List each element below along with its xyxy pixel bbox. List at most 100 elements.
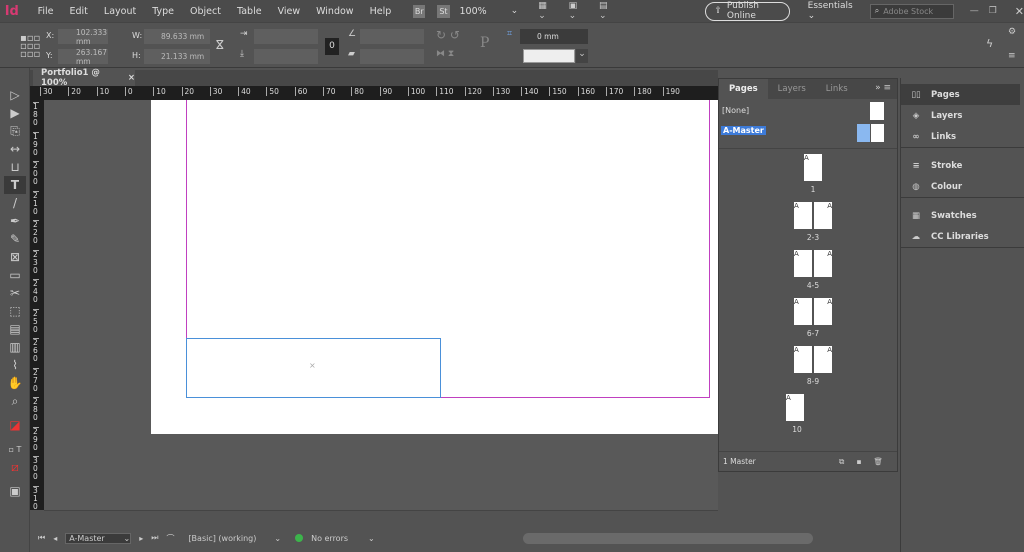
preflight-profile[interactable]: [Basic] (working) (188, 534, 256, 543)
quick-apply-icon[interactable]: ϟ (986, 37, 993, 50)
h-field[interactable]: 21.133 mm (144, 49, 210, 64)
horizontal-scrollbar[interactable] (44, 510, 718, 528)
none-master[interactable]: [None] (722, 106, 749, 115)
reference-point-icon[interactable]: ▪▫▫ ▫▫▫ ▫▫▫ (20, 34, 40, 60)
screen-mode-icon[interactable]: ▣ ⌄ (569, 1, 585, 21)
menu-table[interactable]: Table (229, 6, 270, 17)
menu-help[interactable]: Help (362, 6, 400, 17)
zoom-level[interactable]: 100% (460, 6, 487, 17)
scroll-thumb[interactable] (522, 532, 813, 544)
line-tool-icon[interactable]: / (4, 194, 26, 212)
view-options-icon[interactable]: ▦ ⌄ (538, 1, 554, 21)
dock-stroke[interactable]: ≡ Stroke (901, 155, 1024, 176)
bridge-button[interactable]: Br (413, 4, 426, 18)
stroke-type-swatch[interactable] (523, 49, 575, 63)
adobe-stock-search[interactable]: ⌕ Adobe Stock (869, 3, 954, 19)
horizontal-ruler[interactable]: 30 20 10 0 10 20 30 40 50 60 70 80 90 100 110 120 130 140… (30, 86, 718, 100)
first-page-icon[interactable]: ⏮ (38, 533, 45, 543)
apply-none-icon[interactable]: ⧄ (4, 458, 26, 476)
dock-layers[interactable]: ◈ Layers (901, 105, 1024, 126)
panel-menu-icon[interactable]: » ≡ (869, 79, 897, 99)
scale-x-field[interactable] (254, 29, 318, 44)
gradient-swatch-tool-icon[interactable]: ▤ (4, 320, 26, 338)
menu-object[interactable]: Object (182, 6, 229, 17)
menu-layout[interactable]: Layout (96, 6, 144, 17)
publish-online-button[interactable]: ⇪ Publish Online (705, 1, 790, 21)
edit-page-size-icon[interactable]: ⧉ (839, 457, 844, 467)
dock-links[interactable]: ∞ Links (901, 126, 1024, 147)
rectangle-frame-tool-icon[interactable]: ⊠ (4, 248, 26, 266)
eyedropper-tool-icon[interactable]: ⌇ (4, 356, 26, 374)
last-page-icon[interactable]: ⏭ (151, 533, 158, 543)
a-master[interactable]: A-Master (721, 126, 766, 135)
stroke-weight-field[interactable]: 0 mm (520, 29, 588, 44)
page-thumbnail[interactable]: A (814, 202, 832, 229)
open-document-icon[interactable]: ⌒ (166, 533, 174, 544)
vertical-ruler[interactable]: 180 190 200 210 220 230 240 250 260 270 280 290 300 3… (30, 100, 44, 510)
new-page-icon[interactable]: ▪ (856, 457, 861, 466)
tab-layers[interactable]: Layers (768, 79, 816, 99)
tab-pages[interactable]: Pages (719, 79, 768, 99)
menu-view[interactable]: View (270, 6, 309, 17)
tab-links[interactable]: Links (816, 79, 858, 99)
preflight-menu-icon[interactable]: ⌄ (368, 534, 375, 543)
document-page[interactable]: × (151, 100, 718, 434)
type-tool-icon[interactable]: T (4, 176, 26, 194)
flip-icon[interactable]: ⧓ ⧗ (436, 49, 454, 59)
dock-colour[interactable]: ◍ Colour (901, 176, 1024, 197)
page-thumbnail[interactable]: A (794, 202, 812, 229)
gap-tool-icon[interactable]: ↔ (4, 140, 26, 158)
preflight-errors[interactable]: No errors (311, 534, 348, 543)
menu-window[interactable]: Window (308, 6, 361, 17)
y-field[interactable]: 263.167 mm (58, 48, 108, 66)
direct-selection-tool-icon[interactable]: ▶ (4, 104, 26, 122)
selection-tool-icon[interactable]: ▷ (4, 86, 26, 104)
document-tab[interactable]: Portfolio1 @ 100% × (33, 68, 135, 88)
page-thumbnail[interactable]: A (794, 298, 812, 325)
fill-stroke-icon[interactable]: ◪ (4, 410, 26, 440)
dock-swatches[interactable]: ▦ Swatches (901, 205, 1024, 226)
scale-y-field[interactable] (254, 49, 318, 64)
profile-dropdown-icon[interactable]: ⌄ (274, 534, 281, 543)
rectangle-tool-icon[interactable]: ▭ (4, 266, 26, 284)
page-thumbnail[interactable]: A (804, 154, 822, 181)
shear-field[interactable] (360, 49, 424, 64)
dock-cc-libraries[interactable]: ☁ CC Libraries (901, 226, 1024, 247)
workspace-switcher[interactable]: Essentials ⌄ (808, 1, 856, 21)
page-number-select[interactable]: A-Master ⌄ (65, 532, 132, 544)
w-field[interactable]: 89.633 mm (144, 29, 210, 44)
screen-mode-tool-icon[interactable]: ▣ (4, 482, 26, 500)
rotation-field[interactable] (360, 29, 424, 44)
page-thumbnail[interactable]: A (786, 394, 804, 421)
minimize-icon[interactable]: — (970, 6, 979, 16)
page-thumbnail[interactable]: A (794, 346, 812, 373)
free-transform-tool-icon[interactable]: ⬚ (4, 302, 26, 320)
text-frame[interactable]: × (186, 338, 441, 398)
a-master-thumb-left[interactable] (857, 124, 870, 142)
close-tab-icon[interactable]: × (128, 73, 135, 83)
p-icon[interactable]: P (480, 35, 489, 51)
content-collector-icon[interactable]: ⊔ (4, 158, 26, 176)
previous-page-icon[interactable]: ◂ (53, 534, 57, 543)
note-tool-icon[interactable]: ▥ (4, 338, 26, 356)
pen-tool-icon[interactable]: ✒ (4, 212, 26, 230)
pasteboard[interactable]: × (44, 100, 718, 510)
menu-type[interactable]: Type (144, 6, 182, 17)
page-thumbnail[interactable]: A (814, 298, 832, 325)
stroke-type-dropdown[interactable]: ⌄ (576, 49, 588, 63)
gear-icon[interactable]: ⚙ (1008, 27, 1016, 37)
restore-icon[interactable]: ❐ (989, 6, 997, 16)
zoom-tool-icon[interactable]: ⌕ (4, 392, 26, 410)
scissors-tool-icon[interactable]: ✂ (4, 284, 26, 302)
dock-pages[interactable]: ▯▯ Pages (901, 84, 1020, 105)
x-field[interactable]: 102.333 mm (58, 28, 108, 46)
link-scale-icon[interactable]: 0 (325, 38, 339, 55)
none-master-thumb[interactable] (870, 102, 884, 120)
panel-menu-icon[interactable]: ≡ (1008, 51, 1016, 61)
rotate-cw-icon[interactable]: ↻ ↺ (436, 28, 460, 42)
stock-button[interactable]: St (437, 4, 450, 18)
a-master-thumb-right[interactable] (871, 124, 884, 142)
page-thumbnail[interactable]: A (794, 250, 812, 277)
formatting-container-icon[interactable]: ▫ T (4, 440, 26, 458)
page-thumbnail[interactable]: A (814, 346, 832, 373)
